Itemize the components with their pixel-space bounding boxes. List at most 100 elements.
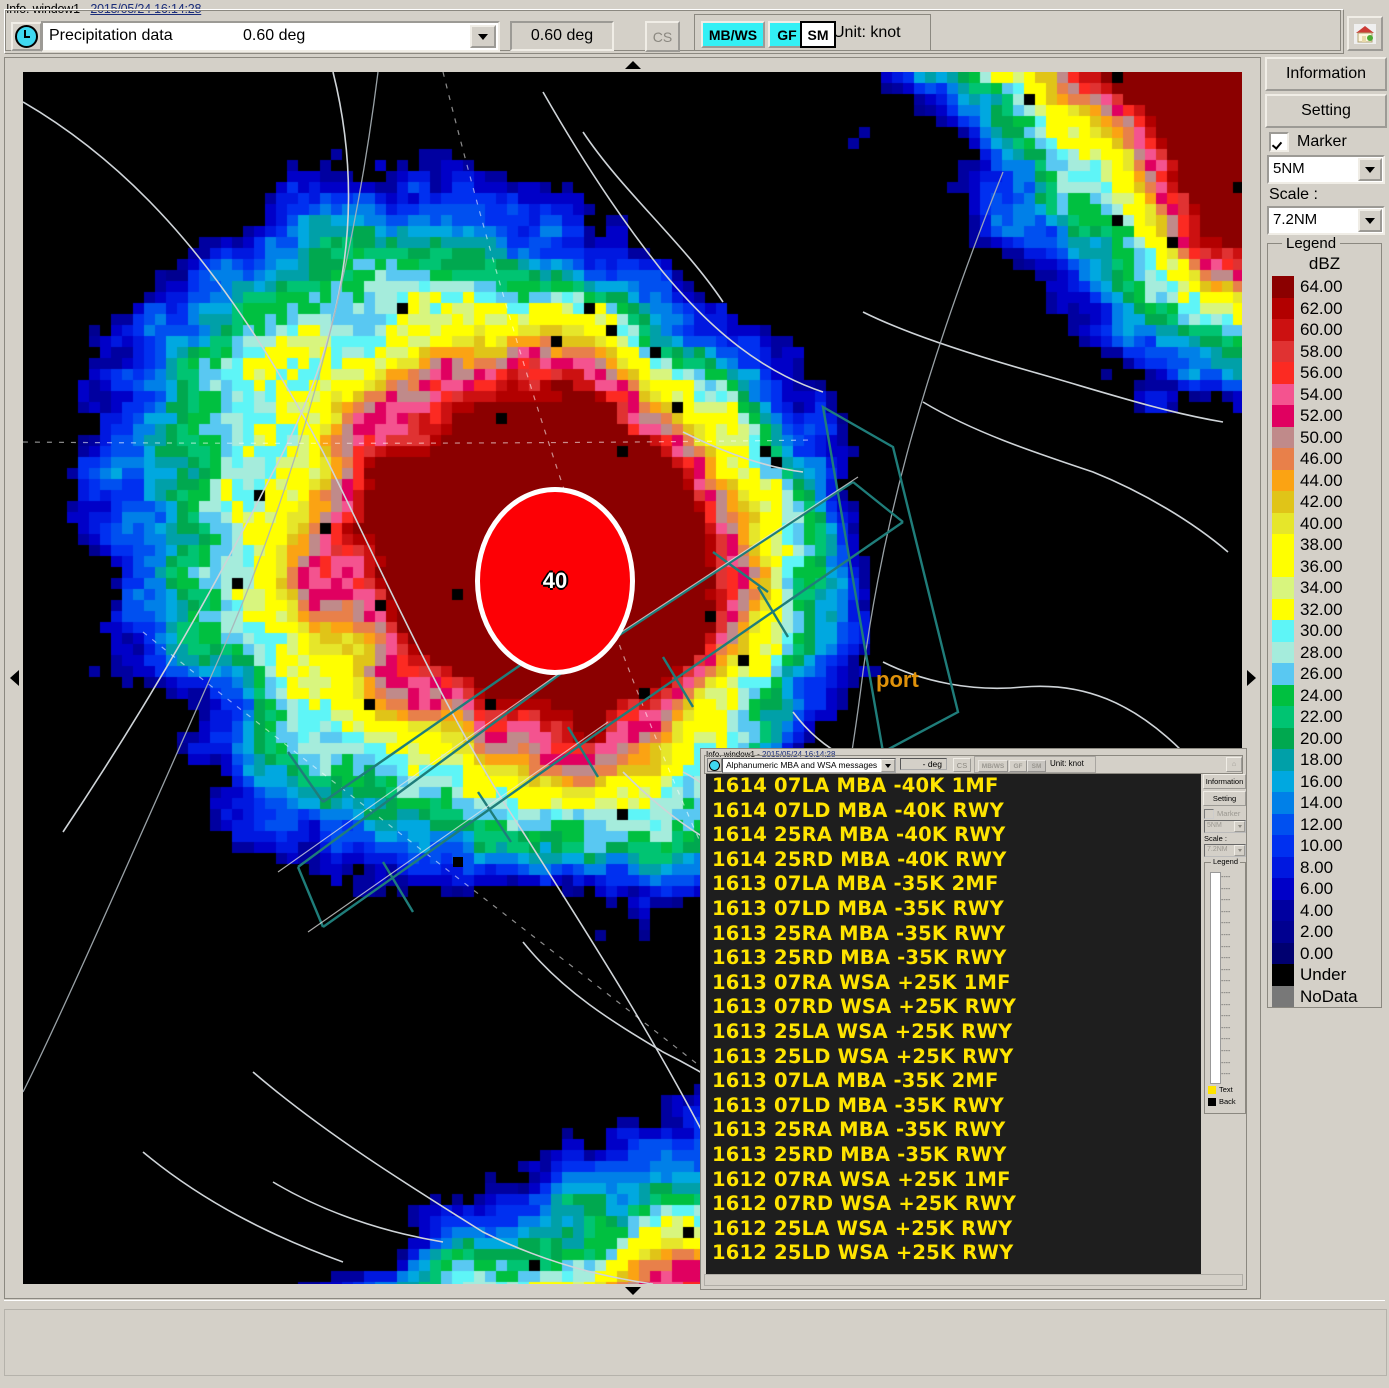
microburst-alert-marker[interactable]: 40	[475, 487, 635, 675]
message-line: 1613 25LA WSA +25K RWY	[712, 1019, 1013, 1043]
chevron-down-icon[interactable]	[1358, 209, 1382, 232]
legend-swatch	[1272, 319, 1294, 341]
message-line: 1613 07LA MBA -35K 2MF	[712, 1069, 999, 1093]
legend-row: 16.00	[1268, 770, 1381, 792]
legend-row: 36.00	[1268, 555, 1381, 577]
inner-product-select-value: Alphanumeric MBA and WSA messages	[726, 760, 878, 770]
mode-button-mbws[interactable]: MB/WS	[701, 21, 765, 48]
mode-button-group: MB/WS GF SM Unit: knot	[694, 14, 931, 51]
legend-row: 60.00	[1268, 319, 1381, 341]
inner-product-select[interactable]: Alphanumeric MBA and WSA messages	[722, 758, 896, 773]
legend-swatch	[1272, 469, 1294, 491]
clock-icon	[15, 25, 38, 48]
mode-button-sm[interactable]: SM	[800, 21, 836, 48]
legend-panel: Legend dBZ 64.00 62.00 60.00 58.00 56.00 54.0…	[1267, 235, 1382, 1008]
legend-row: 30.00	[1268, 620, 1381, 642]
marker-checkbox[interactable]	[1269, 132, 1289, 152]
message-line: 1614 07LD MBA -40K RWY	[712, 798, 1004, 822]
scale-select[interactable]: 7.2NM	[1267, 206, 1385, 235]
legend-swatch	[1272, 792, 1294, 814]
home-button[interactable]	[1347, 16, 1383, 51]
message-list[interactable]: 1614 07LA MBA -40K 1MF 1614 07LD MBA -40K…	[706, 774, 1201, 1274]
inner-home-button[interactable]: ⌂	[1226, 757, 1242, 772]
inner-marker-checkbox	[1204, 808, 1214, 819]
legend-swatch	[1272, 899, 1294, 921]
inner-information-button[interactable]: Information	[1203, 774, 1246, 789]
legend-swatch	[1272, 942, 1294, 964]
setting-button[interactable]: Setting	[1265, 94, 1387, 128]
message-line: 1613 25RA MBA -35K RWY	[712, 921, 1006, 945]
scroll-left-button[interactable]	[5, 58, 23, 1298]
legend-row: 20.00	[1268, 727, 1381, 749]
clock-icon-button[interactable]	[11, 22, 42, 51]
inner-mode-sm-label: SM	[1031, 762, 1042, 770]
legend-row: 44.00	[1268, 469, 1381, 491]
scale-label: Scale :	[1269, 186, 1318, 203]
chevron-down-icon[interactable]	[1358, 158, 1382, 181]
legend-row: 46.00	[1268, 448, 1381, 470]
legend-value: 60.00	[1300, 320, 1343, 340]
inner-clock-icon-button[interactable]	[707, 758, 722, 772]
legend-value: 0.00	[1300, 943, 1334, 963]
inner-mode-button-sm[interactable]: SM	[1027, 760, 1046, 772]
marker-range-select[interactable]: 5NM	[1267, 155, 1385, 184]
legend-value: 42.00	[1300, 492, 1343, 512]
legend-row: 58.00	[1268, 340, 1381, 362]
legend-value: 52.00	[1300, 406, 1343, 426]
inner-marker-label: Marker	[1217, 809, 1241, 818]
inner-elevation-readout: - deg	[900, 758, 947, 770]
legend-row: 22.00	[1268, 706, 1381, 728]
legend-value: 40.00	[1300, 513, 1343, 533]
message-line: 1614 07LA MBA -40K 1MF	[712, 774, 999, 797]
inner-cs-button[interactable]: CS	[953, 758, 971, 772]
legend-value: 46.00	[1300, 449, 1343, 469]
message-line: 1613 07LA MBA -35K 2MF	[712, 872, 999, 896]
legend-swatch	[1272, 491, 1294, 513]
legend-swatch	[1272, 921, 1294, 943]
legend-swatch	[1272, 340, 1294, 362]
legend-row: 26.00	[1268, 663, 1381, 685]
legend-swatch	[1272, 448, 1294, 470]
message-line: 1613 07RD WSA +25K RWY	[712, 995, 1017, 1019]
legend-row: 40.00	[1268, 512, 1381, 534]
legend-swatch	[1272, 598, 1294, 620]
inner-legend-panel: Legend ---- ---- ---- ---- ---- ---- ---- ---- -…	[1204, 857, 1246, 1114]
message-line: 1613 25RD MBA -35K RWY	[712, 946, 1007, 970]
legend-swatch	[1272, 749, 1294, 771]
legend-swatch	[1272, 276, 1294, 298]
marker-checkbox-row[interactable]: Marker	[1269, 131, 1385, 153]
scroll-up-button[interactable]	[5, 58, 1260, 72]
cs-button-label: CS	[652, 28, 673, 45]
alphanumeric-message-window[interactable]: Info. window1 - 2015/05/24 16:14:28 Alph…	[700, 748, 1247, 1290]
inner-marker-range-value: 5NM	[1207, 822, 1222, 829]
legend-value: 26.00	[1300, 664, 1343, 684]
inner-mode-button-gf[interactable]: GF	[1009, 760, 1027, 772]
product-select[interactable]: Precipitation data 0.60 deg	[41, 21, 500, 52]
legend-row: 10.00	[1268, 835, 1381, 857]
cs-button[interactable]: CS	[645, 21, 680, 52]
marker-label: Marker	[1297, 133, 1347, 150]
radar-application-window: Info. window1 - 2015/05/24 16:14:28 Prec…	[0, 0, 1389, 1388]
chevron-down-icon[interactable]	[470, 25, 496, 48]
legend-value: 54.00	[1300, 384, 1343, 404]
legend-swatch	[1272, 835, 1294, 857]
mode-button-gf-label: GF	[777, 26, 797, 43]
legend-row: 8.00	[1268, 856, 1381, 878]
legend-row: 12.00	[1268, 813, 1381, 835]
inner-status-bar	[704, 1274, 1243, 1286]
elevation-readout: 0.60 deg	[510, 21, 614, 51]
chevron-down-icon[interactable]	[881, 759, 895, 772]
legend-value: 10.00	[1300, 836, 1343, 856]
legend-row: 0.00	[1268, 942, 1381, 964]
inner-setting-label: Setting	[1212, 794, 1237, 803]
inner-scale-value: 7.2NM	[1207, 846, 1228, 853]
legend-value: 12.00	[1300, 814, 1343, 834]
legend-swatch	[1272, 512, 1294, 534]
information-button[interactable]: Information	[1265, 57, 1387, 91]
inner-mode-button-mbws[interactable]: MB/WS	[978, 760, 1008, 772]
inner-setting-button[interactable]: Setting	[1203, 791, 1246, 806]
inner-legend-ticks: ---- ---- ---- ---- ---- ---- ---- ---- ---- ----…	[1221, 874, 1231, 1079]
legend-back-swatch	[1208, 1097, 1216, 1106]
mode-button-mbws-label: MB/WS	[708, 26, 758, 43]
legend-value: 62.00	[1300, 298, 1343, 318]
